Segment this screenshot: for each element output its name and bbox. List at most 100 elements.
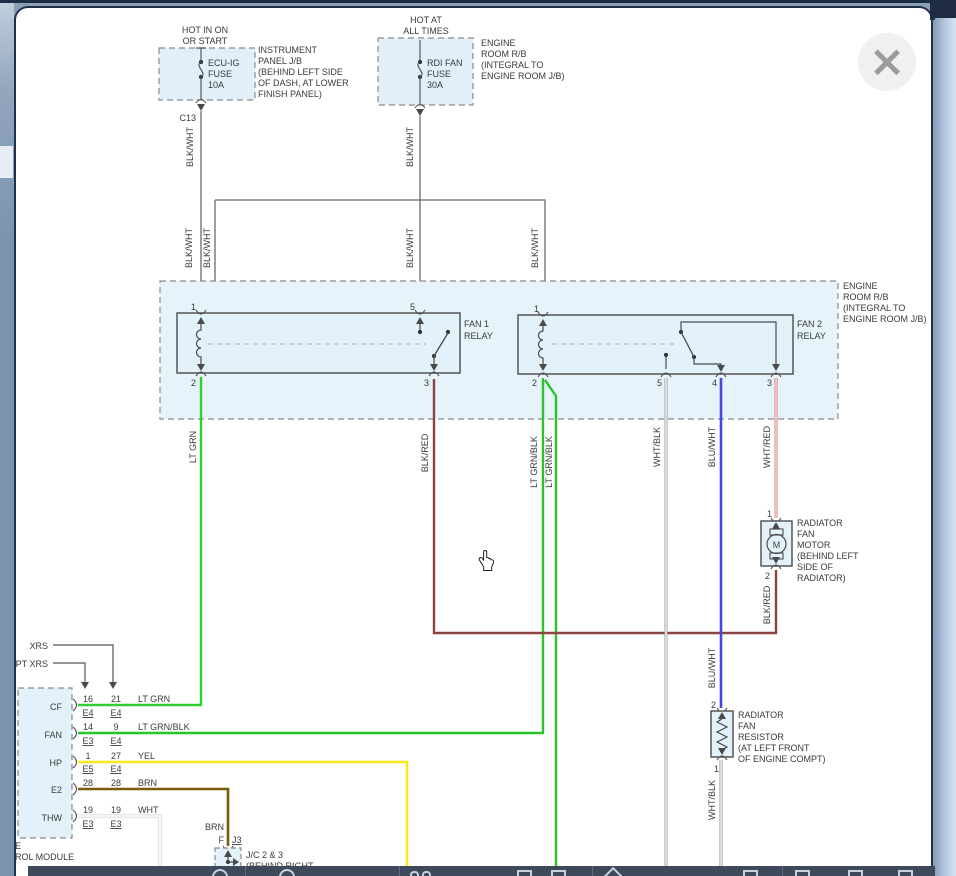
pin-cup [73,756,77,768]
wire-label-bluwht: BLU/WHT [707,426,717,467]
pin-cup [73,727,77,739]
pin-number: 2 [711,700,716,710]
ecm-signal: E2 [51,785,62,795]
ecm-pin: 21 [111,694,121,704]
feed2-loc: ENGINE [481,38,516,48]
ecm-conn: E4 [110,736,121,746]
feed1-title: HOT IN ON [182,25,228,35]
toolbar-icon-circle-2[interactable] [279,869,295,876]
window-right-edge[interactable] [935,18,956,876]
ecm-signal: HP [49,758,62,768]
feed1-loc: (BEHIND LEFT SIDE [258,67,343,77]
relay-box-loc: (INTEGRAL TO [843,303,905,313]
pin-cup [73,783,77,795]
ecm-conn: E4 [110,764,121,774]
pin-number: 1 [191,302,196,312]
feed2-loc: ENGINE ROOM J/B) [481,71,565,81]
fan1-relay-name: RELAY [464,331,493,341]
close-button[interactable]: × [858,33,916,91]
motor-loc: RADIATOR [797,518,843,528]
ecm-pin: 19 [83,805,93,815]
ecm-conn: E3 [82,736,93,746]
pin-number: 5 [410,302,415,312]
wire-label-brn: BRN [205,822,224,832]
ecm-pin: 16 [83,694,93,704]
wire-label-blkwht: BLK/WHT [405,228,415,269]
hand-cursor-icon [477,549,496,572]
toolbar-icon-circle-1[interactable] [212,869,228,876]
wire-label-whtblk: WHT/BLK [652,427,662,467]
ecm-wire-name: LT GRN [138,694,170,704]
toolbar-divider [399,866,400,876]
pin-number: 3 [424,378,429,388]
motor-loc: FAN [797,529,815,539]
ecm-conn: E3 [110,819,121,829]
resistor-loc: OF ENGINE COMPT) [738,754,826,764]
arrowhead [81,682,89,689]
motor-loc: (BEHIND LEFT [797,551,859,561]
window-top-edge [0,0,956,3]
toolbar-icon-square-3[interactable] [848,870,863,876]
relay-box-loc: ENGINE [843,281,878,291]
ecm-wire-name: BRN [138,778,157,788]
ecm-conn: E4 [110,708,121,718]
wire-label-blkred: BLK/RED [762,585,772,624]
ecm-conn: E3 [82,819,93,829]
ecm-connector: XRS EPT XRS CF FAN HP E2 THW 16 21 LT GR… [10,641,190,862]
junction-name: J/C 2 & 3 [246,850,283,860]
toolbar-divider [592,866,593,876]
ecm-conn: E5 [82,764,93,774]
wire-label-blkwht: BLK/WHT [184,228,194,269]
arrowhead [416,109,424,116]
ecm-pin: 14 [83,722,93,732]
toolbar-divider [782,866,783,876]
fuse2-rating: 30A [427,80,443,90]
toolbar-divider [245,866,246,876]
ecm-pin: 1 [85,751,90,761]
toolbar-icon-square-1[interactable] [743,870,758,876]
wire-label-whtblk: WHT/BLK [707,780,717,820]
toolbar-icon-dots[interactable] [410,871,419,876]
ecm-wire-name: WHT [138,805,159,815]
arrowhead [197,104,205,111]
wire-yel [78,762,407,866]
toolbar-icon-dots[interactable] [422,871,431,876]
bottom-toolbar [28,866,935,876]
pin-number: 4 [712,378,717,388]
ecm-name-fragment: ROL MODULE [15,852,74,862]
toolbar-icon-shape-1[interactable] [517,870,532,876]
ecm-signal: FAN [44,730,62,740]
toolbar-icon-square-2[interactable] [795,870,810,876]
wire-label-ltgrnblk: LT GRN/BLK [544,436,554,488]
feed1-loc: INSTRUMENT [258,45,317,55]
arrowhead [109,682,117,689]
pin-number: 5 [657,378,662,388]
fuse1-type: FUSE [208,69,232,79]
ecm-wire-name: YEL [138,751,155,761]
wire-label-bluwht: BLU/WHT [707,647,717,688]
toolbar-icon-square-4[interactable] [898,870,913,876]
toolbar-icon-arrow[interactable] [603,867,624,876]
feed1-loc: OF DASH, AT LOWER [258,78,349,88]
ecm-pin: 28 [111,778,121,788]
junction-code: J3 [232,835,242,845]
fuse-box-outline [159,48,255,100]
wire-label-ltgrn: LT GRN [188,431,198,463]
ecm-pin: 27 [111,751,121,761]
fuse-rdi-fan-block: HOT AT ALL TIMES RDI FAN FUSE 30A ENGINE… [378,15,565,116]
pin-number: 3 [767,378,772,388]
feed2-title2: ALL TIMES [403,26,449,36]
connector-c13: C13 [179,113,196,123]
pin-number: 1 [767,509,772,519]
wire-label-blkwht: BLK/WHT [202,228,212,269]
relay-box-loc: ROOM R/B [843,292,889,302]
toolbar-icon-shape-2[interactable] [551,870,566,876]
fuse-ecu-ig-block: HOT IN ON OR START ECU-IG FUSE 10A C13 I… [159,25,349,123]
radiator-fan-resistor: 2 1 RADIATOR FAN RESISTOR (AT LEFT FRONT… [711,700,826,774]
pin-number: 2 [532,378,537,388]
wiring-diagram-canvas[interactable]: HOT IN ON OR START ECU-IG FUSE 10A C13 I… [0,0,956,876]
fan2-relay-name: FAN 2 [797,319,822,329]
feed1-loc: FINISH PANEL) [258,89,322,99]
pin-number: 2 [191,378,196,388]
variant-xrs-label: XRS [29,641,48,651]
